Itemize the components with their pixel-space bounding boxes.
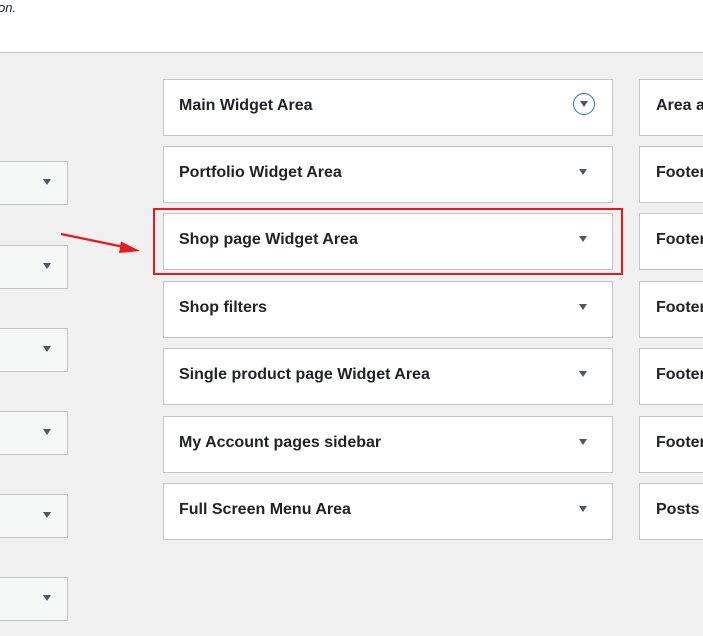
caret-down-icon[interactable] — [43, 512, 51, 518]
caret-down-icon[interactable] — [43, 263, 51, 269]
sidebar-title: Shop filters — [179, 299, 268, 316]
sidebar-portfolio-widget-area[interactable]: Portfolio Widget Area — [163, 146, 613, 203]
sidebar-full-screen-menu-area[interactable]: Full Screen Menu Area — [163, 483, 613, 540]
sidebar-title: Main Widget Area — [179, 97, 313, 114]
sidebar-my-account-pages[interactable]: My Account pages sidebar — [163, 416, 613, 473]
sidebar-title: Area a — [656, 97, 703, 114]
sidebar-title: Footer — [656, 231, 703, 248]
sidebar-title: Full Screen Menu Area — [179, 501, 351, 518]
sidebar-right[interactable]: Footer — [639, 348, 703, 405]
sidebar-title: Footer — [656, 434, 703, 451]
available-widget[interactable] — [0, 328, 68, 372]
caret-down-icon[interactable] — [579, 371, 587, 377]
available-widget[interactable] — [0, 494, 68, 538]
sidebar-title: Footer — [656, 366, 703, 383]
sidebar-title: Footer — [656, 164, 703, 181]
sidebar-title: Posts — [656, 501, 700, 518]
sidebar-single-product-widget-area[interactable]: Single product page Widget Area — [163, 348, 613, 405]
sidebar-title: Single product page Widget Area — [179, 366, 430, 383]
caret-down-icon[interactable] — [579, 506, 587, 512]
sidebar-main-widget-area[interactable]: Main Widget Area — [163, 79, 613, 136]
sidebar-right[interactable]: Footer — [639, 281, 703, 338]
sidebar-right[interactable]: Area a — [639, 79, 703, 136]
sidebar-right[interactable]: Footer — [639, 146, 703, 203]
caret-down-icon[interactable] — [579, 439, 587, 445]
sidebar-shop-page-widget-area[interactable]: Shop page Widget Area — [163, 213, 613, 270]
caret-down-icon[interactable] — [43, 429, 51, 435]
sidebar-title: Footer — [656, 299, 703, 316]
available-widget[interactable] — [0, 161, 68, 205]
sidebar-title: Shop page Widget Area — [179, 231, 358, 248]
caret-down-icon[interactable] — [579, 169, 587, 175]
toggle-arrow-icon[interactable] — [573, 93, 595, 115]
caret-down-icon[interactable] — [579, 236, 587, 242]
sidebar-title: My Account pages sidebar — [179, 434, 382, 451]
caret-down-icon[interactable] — [43, 595, 51, 601]
caret-down-icon[interactable] — [43, 179, 51, 185]
available-widget[interactable] — [0, 577, 68, 621]
top-panel: on. — [0, 0, 703, 53]
sidebar-right[interactable]: Footer — [639, 416, 703, 473]
sidebar-right[interactable]: Footer — [639, 213, 703, 270]
sidebar-shop-filters[interactable]: Shop filters — [163, 281, 613, 338]
sidebar-title: Portfolio Widget Area — [179, 164, 342, 181]
description-text: on. — [0, 0, 17, 15]
available-widget[interactable] — [0, 245, 68, 289]
caret-down-icon[interactable] — [43, 346, 51, 352]
caret-down-icon[interactable] — [579, 304, 587, 310]
sidebar-right[interactable]: Posts — [639, 483, 703, 540]
available-widget[interactable] — [0, 411, 68, 455]
